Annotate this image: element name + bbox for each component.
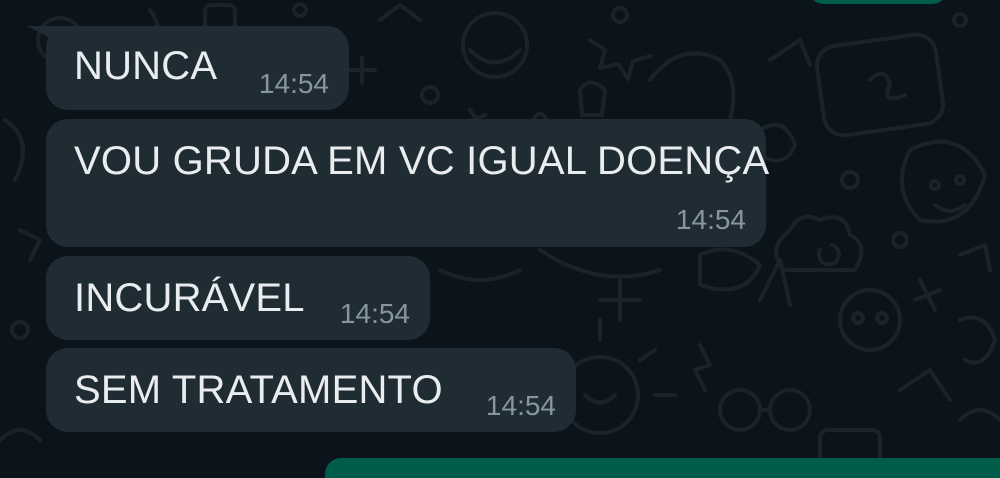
message-timestamp: 14:54 — [258, 68, 329, 99]
outgoing-message-bubble-partial[interactable] — [808, 0, 948, 4]
outgoing-message-bubble-partial[interactable] — [325, 458, 1000, 478]
message-bubble-2[interactable]: VOU GRUDA EM VC IGUAL DOENÇA 14:54 — [46, 119, 770, 247]
message-text: NUNCA — [74, 44, 218, 88]
message-text: SEM TRATAMENTO — [74, 368, 443, 412]
message-timestamp: 14:54 — [339, 298, 410, 329]
message-bubble-3[interactable]: INCURÁVEL 14:54 — [46, 256, 430, 340]
message-timestamp: 14:54 — [485, 390, 556, 421]
message-text: VOU GRUDA EM VC IGUAL DOENÇA — [74, 139, 770, 183]
message-timestamp: 14:54 — [675, 204, 746, 235]
message-text: INCURÁVEL — [74, 276, 305, 320]
message-bubble-1[interactable]: NUNCA 14:54 — [46, 26, 349, 110]
message-bubble-4[interactable]: SEM TRATAMENTO 14:54 — [46, 348, 576, 432]
